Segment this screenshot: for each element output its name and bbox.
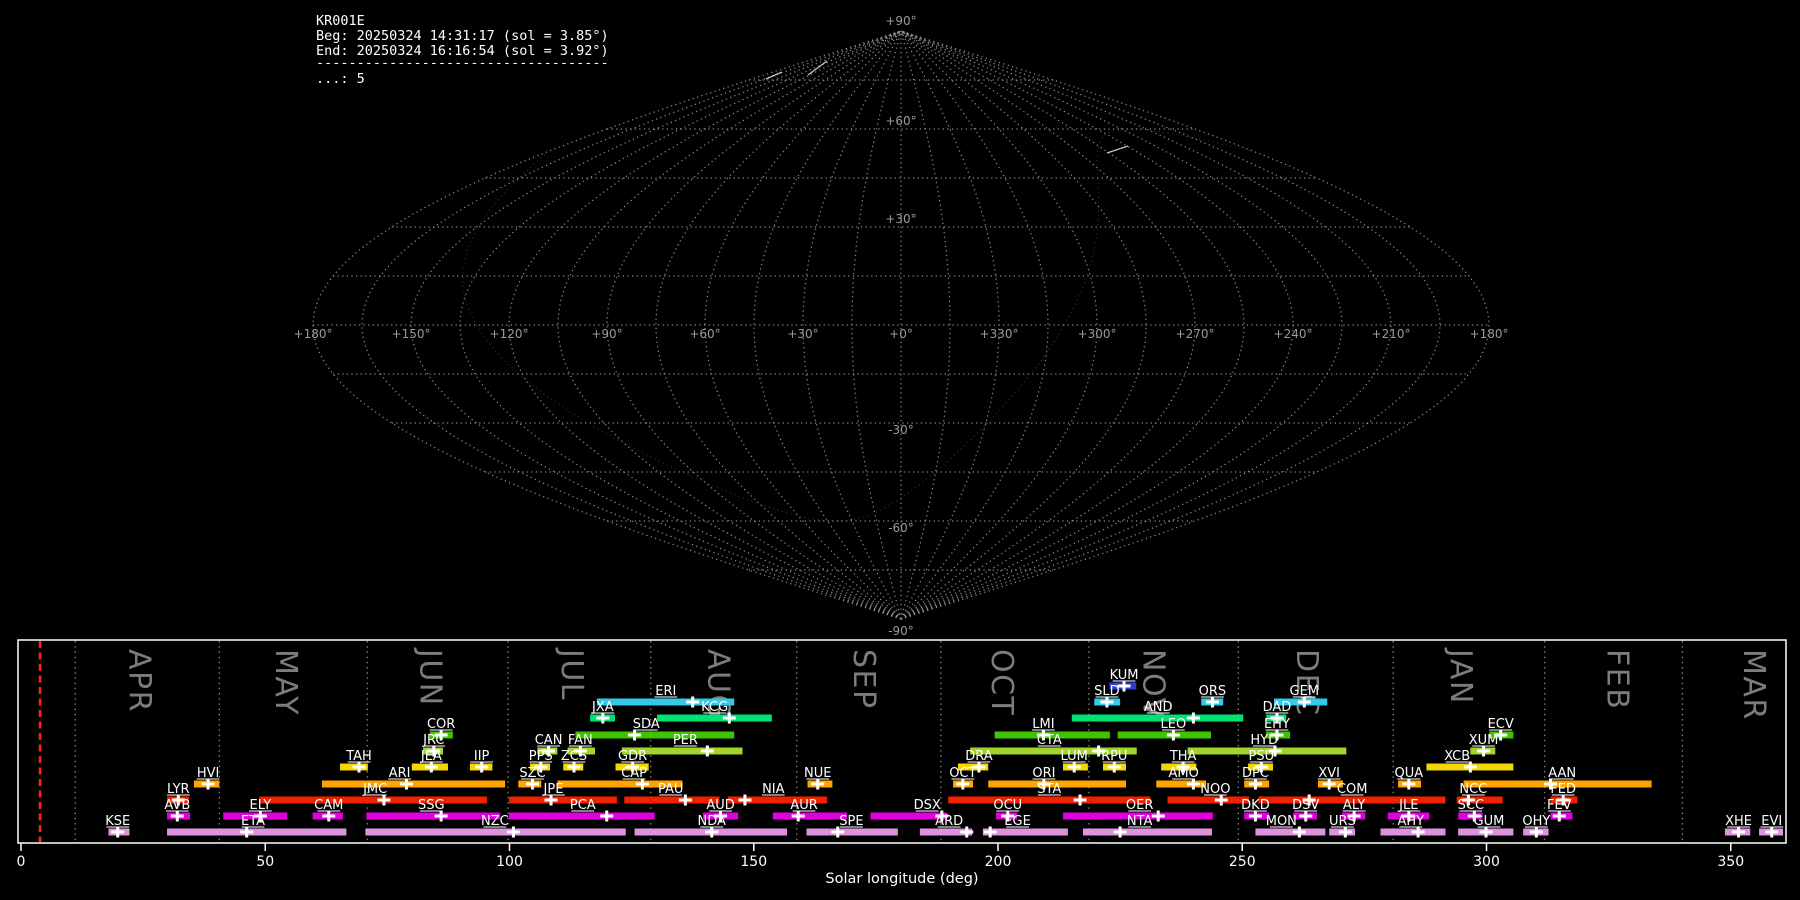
shower-bar-PAU (624, 797, 719, 804)
lat-label: +30° (885, 212, 916, 226)
shower-bar-MON (1255, 829, 1325, 836)
month-label: SEP (846, 649, 881, 710)
shower-bar-ARI (322, 781, 505, 788)
x-tick-label: 50 (256, 854, 274, 870)
shower-bar-SDA (575, 732, 734, 739)
lon-label: +0° (889, 327, 913, 341)
month-label: MAY (268, 649, 303, 716)
lat-label: +90° (885, 14, 916, 28)
lon-label: +270° (1176, 327, 1215, 341)
meteor-count: ...: 5 (316, 71, 365, 87)
month-label: JUL (554, 647, 589, 701)
shower-bar-AND (1072, 715, 1243, 722)
lon-label: +60° (689, 327, 720, 341)
station-id: KR001E (316, 13, 365, 29)
shower-bar-NOO (1168, 797, 1250, 804)
month-label: DEC (1289, 649, 1324, 717)
x-tick-label: 200 (985, 854, 1012, 870)
x-tick-label: 300 (1473, 854, 1500, 870)
begin-time: Beg: 20250324 14:31:17 (sol = 3.85°) (316, 28, 609, 44)
radiant-map-screenshot: +180° +150° +120° +90° +60° +30° +0° +330° +300°… (0, 0, 1800, 900)
shower-bar-STA (948, 797, 1150, 804)
x-axis-title: Solar longitude (deg) (825, 871, 978, 887)
shower-bar-LEO (1118, 732, 1211, 739)
shower-bar-JPE (509, 797, 617, 804)
shower-bar-NZC (365, 829, 625, 836)
lon-label: +150° (392, 327, 431, 341)
x-tick-label: 100 (496, 854, 523, 870)
month-label: APR (122, 649, 157, 713)
lon-label: +180° (294, 327, 333, 341)
lat-label: -30° (888, 423, 914, 437)
shower-bar-AUR (773, 813, 847, 820)
x-tick-label: 250 (1229, 854, 1256, 870)
lon-label: +240° (1274, 327, 1313, 341)
shower-bar-JMC (259, 797, 487, 804)
background (0, 0, 1800, 900)
shower-bar-NTA (1083, 829, 1212, 836)
month-label: JUN (412, 647, 447, 707)
month-label: JAN (1443, 647, 1478, 705)
shower-bar-ETA (167, 829, 346, 836)
lat-label: -60° (888, 521, 914, 535)
lon-label: +30° (787, 327, 818, 341)
lon-label: +120° (490, 327, 529, 341)
x-tick-label: 0 (17, 854, 26, 870)
month-label: OCT (984, 649, 1019, 716)
x-tick-label: 350 (1717, 854, 1744, 870)
lon-label: +330° (980, 327, 1019, 341)
shower-bar-SPE (807, 829, 898, 836)
shower-bar-PCA (509, 813, 655, 820)
lon-label: +90° (591, 327, 622, 341)
month-label: FEB (1599, 649, 1634, 710)
lat-label: -90° (888, 624, 914, 638)
lon-label: +210° (1372, 327, 1411, 341)
lon-label: +300° (1078, 327, 1117, 341)
lat-label: +60° (885, 114, 916, 128)
lon-label: +180° (1470, 327, 1509, 341)
month-label: MAR (1736, 649, 1771, 721)
x-tick-label: 150 (740, 854, 767, 870)
separator: ------------------------------------ (316, 55, 609, 71)
shower-bar-KCG (657, 715, 772, 722)
